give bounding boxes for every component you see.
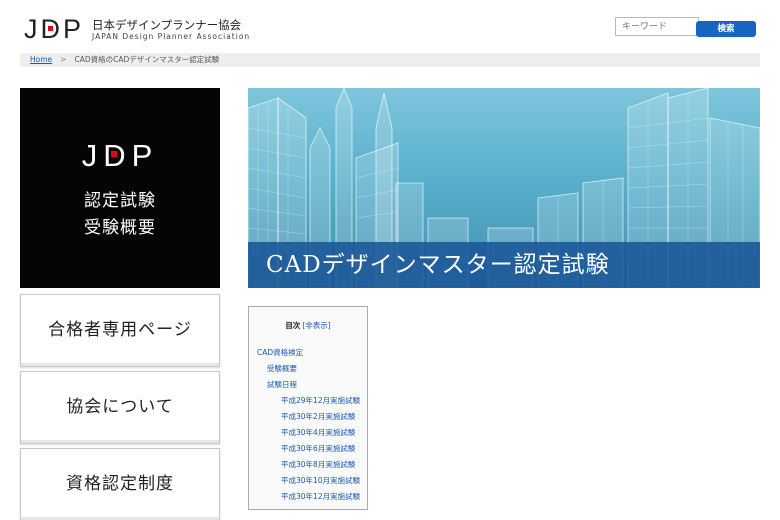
logo-english-name: JAPAN Design Planner Association: [92, 31, 251, 41]
table-of-contents: 目次 [非表示] CAD資格検定 受験概要 試験日程 平成29年12月実施試験 平…: [248, 306, 368, 510]
toc-item[interactable]: 平成30年8月実施試験: [249, 457, 367, 473]
breadcrumb-separator: >: [60, 55, 67, 64]
page-hero-banner: CADデザインマスター認定試験: [248, 88, 760, 288]
toc-item[interactable]: 平成30年12月実施試験: [249, 489, 367, 505]
hero-line-1: 認定試験: [84, 191, 156, 211]
toc-item[interactable]: 平成29年12月実施試験: [249, 393, 367, 409]
sidebar-button-certification-system[interactable]: 資格認定制度: [20, 448, 220, 520]
toc-item[interactable]: 平成30年6月実施試験: [249, 441, 367, 457]
breadcrumb-home-link[interactable]: Home: [30, 55, 52, 64]
sidebar-button-passers-page[interactable]: 合格者専用ページ: [20, 294, 220, 367]
toc-heading: 目次: [285, 321, 301, 330]
hero-logo-red-dot: [110, 151, 117, 157]
sidebar-button-about-association[interactable]: 協会について: [20, 371, 220, 444]
breadcrumb-current: CAD資格のCADデザインマスター認定試験: [74, 55, 220, 64]
banner-title: CADデザインマスター認定試験: [248, 242, 760, 288]
toc-heading-row: 目次 [非表示]: [249, 320, 367, 331]
search-input[interactable]: [615, 17, 699, 36]
toc-item[interactable]: 受験概要: [249, 361, 367, 377]
logo-mark: JDP: [24, 14, 85, 44]
toc-item[interactable]: 平成30年10月実施試験: [249, 473, 367, 489]
site-logo[interactable]: JDP 日本デザインプランナー協会 JAPAN Design Planner A…: [24, 16, 250, 43]
sidebar-exam-overview-banner[interactable]: JDP 認定試験 受験概要: [20, 88, 220, 288]
toc-toggle-link[interactable]: [非表示]: [302, 321, 330, 330]
toc-item[interactable]: 平成30年4月実施試験: [249, 425, 367, 441]
search-button[interactable]: 検索: [696, 21, 756, 37]
toc-item[interactable]: 平成30年2月実施試験: [249, 409, 367, 425]
toc-item[interactable]: 試験日程: [249, 377, 367, 393]
hero-logo-mark: JDP: [81, 138, 159, 173]
toc-item[interactable]: CAD資格検定: [249, 345, 367, 361]
hero-line-2: 受験概要: [84, 218, 156, 238]
breadcrumb: Home > CAD資格のCADデザインマスター認定試験: [20, 53, 760, 67]
logo-japanese-name: 日本デザインプランナー協会: [92, 17, 242, 32]
logo-red-dot: [48, 26, 53, 31]
